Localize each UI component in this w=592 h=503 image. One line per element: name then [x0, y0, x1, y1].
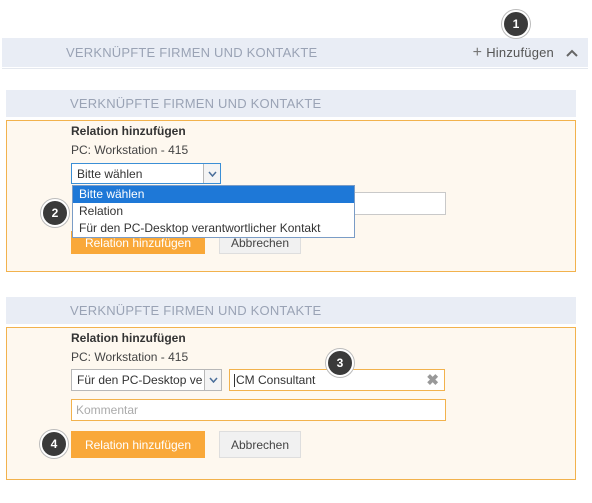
panel-heading: Relation hinzufügen	[71, 331, 186, 345]
relation-type-dropdown[interactable]: Bitte wählen Relation Für den PC-Desktop…	[72, 185, 355, 238]
clear-icon[interactable]: ✖	[426, 371, 439, 389]
plus-icon: +	[472, 43, 483, 61]
chevron-down-icon[interactable]	[204, 370, 221, 390]
relation-type-select[interactable]: Für den PC-Desktop ve	[71, 369, 222, 391]
dropdown-option[interactable]: Relation	[73, 203, 354, 220]
panel-subtitle: PC: Workstation - 415	[71, 143, 189, 157]
section-header-3: VERKNÜPFTE FIRMEN UND KONTAKTE	[6, 297, 576, 324]
panel-heading: Relation hinzufügen	[71, 124, 186, 138]
select-value: Bitte wählen	[77, 166, 143, 181]
add-relation-panel: Relation hinzufügen PC: Workstation - 41…	[6, 327, 576, 480]
step-badge-2: 2	[41, 199, 69, 227]
relation-type-select[interactable]: Bitte wählen	[71, 163, 221, 184]
select-value: Für den PC-Desktop ve	[77, 373, 203, 387]
cancel-button[interactable]: Abbrechen	[219, 431, 301, 458]
text-caret	[234, 373, 235, 387]
section-title: VERKNÜPFTE FIRMEN UND KONTAKTE	[66, 45, 318, 60]
add-relation-panel: Relation hinzufügen PC: Workstation - 41…	[6, 120, 576, 272]
chevron-up-icon[interactable]	[566, 38, 578, 67]
chevron-down-icon[interactable]	[203, 164, 220, 183]
contact-value: CM Consultant	[236, 373, 316, 387]
add-relation-link[interactable]: + Hinzufügen	[473, 38, 554, 67]
add-relation-button[interactable]: Relation hinzufügen	[71, 431, 205, 458]
add-label: Hinzufügen	[486, 45, 554, 60]
divider	[2, 68, 588, 69]
step-badge-4: 4	[40, 430, 68, 458]
step-badge-3: 3	[326, 349, 354, 377]
comment-placeholder: Kommentar	[76, 403, 139, 417]
section-header-2: VERKNÜPFTE FIRMEN UND KONTAKTE	[6, 90, 576, 117]
dropdown-option[interactable]: Für den PC-Desktop verantwortlicher Kont…	[73, 220, 354, 237]
comment-input[interactable]: Kommentar	[71, 399, 446, 421]
section-title: VERKNÜPFTE FIRMEN UND KONTAKTE	[70, 303, 322, 318]
dropdown-option[interactable]: Bitte wählen	[73, 186, 354, 203]
section-header-1: VERKNÜPFTE FIRMEN UND KONTAKTE + Hinzufü…	[2, 38, 588, 67]
step-badge-1: 1	[502, 10, 530, 38]
panel-subtitle: PC: Workstation - 415	[71, 350, 189, 364]
section-title: VERKNÜPFTE FIRMEN UND KONTAKTE	[70, 96, 322, 111]
